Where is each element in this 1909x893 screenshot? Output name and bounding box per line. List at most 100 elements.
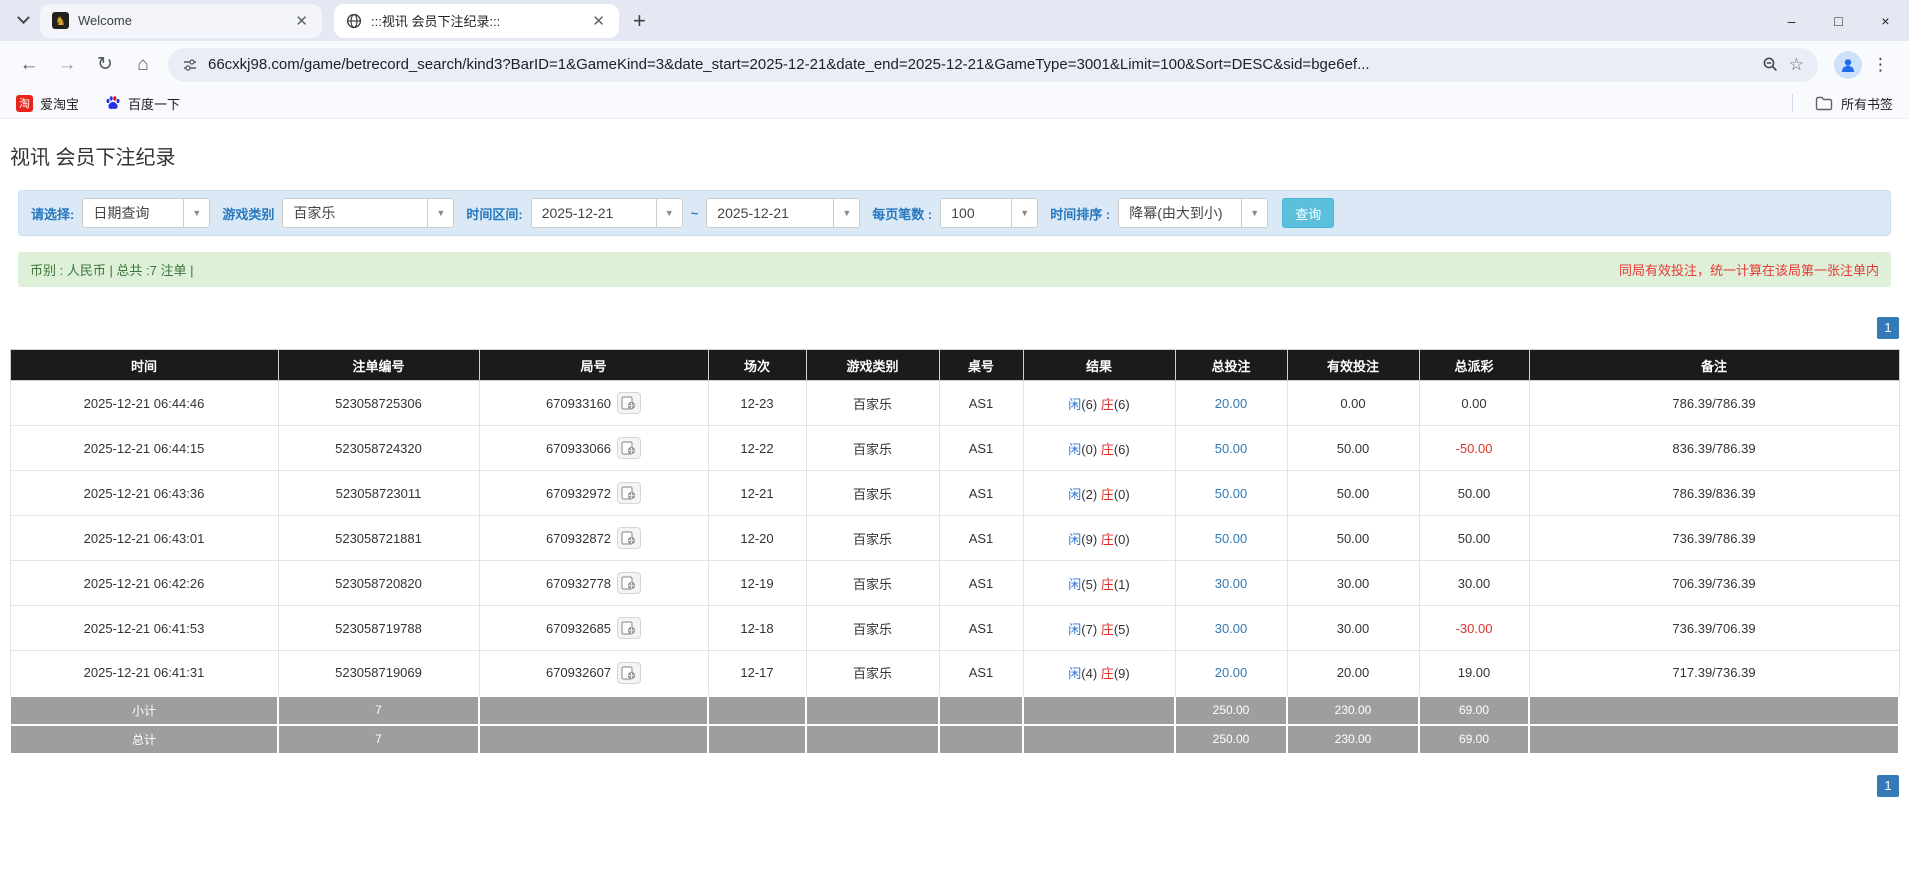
- search-button[interactable]: 查询: [1282, 198, 1334, 228]
- round-number: 670932778: [546, 576, 611, 591]
- round-wrap: 670932972: [546, 482, 641, 504]
- result-player_score: (2): [1081, 487, 1097, 502]
- cell-table-number: AS1: [939, 471, 1023, 516]
- cell-total-bet[interactable]: 50.00: [1175, 426, 1287, 471]
- cell-total-bet[interactable]: 50.00: [1175, 471, 1287, 516]
- address-bar[interactable]: 66cxkj98.com/game/betrecord_search/kind3…: [168, 48, 1818, 82]
- page-number-button[interactable]: 1: [1877, 775, 1899, 797]
- round-number: 670932972: [546, 486, 611, 501]
- video-replay-icon[interactable]: [617, 662, 641, 684]
- result-player: 闲: [1068, 397, 1081, 412]
- cell-note: 736.39/786.39: [1529, 516, 1899, 561]
- cell-bet-id: 523058721881: [278, 516, 479, 561]
- cell-table-number: AS1: [939, 381, 1023, 426]
- tab-bet-record[interactable]: :::视讯 会员下注纪录::: ✕: [334, 4, 619, 38]
- result-banker: 庄: [1101, 532, 1114, 547]
- game-type-select[interactable]: 百家乐 ▼: [282, 198, 454, 228]
- cell-bet-id: 523058719069: [278, 651, 479, 696]
- browser-menu-icon[interactable]: ⋮: [1868, 55, 1899, 75]
- cell-valid-bet: 50.00: [1287, 516, 1419, 561]
- per-page-value: 100: [941, 205, 1011, 221]
- round-number: 670933160: [546, 396, 611, 411]
- table-row: 2025-12-21 06:41:53523058719788 670932685…: [10, 606, 1899, 651]
- result-banker_score: (9): [1114, 666, 1130, 681]
- result-banker: 庄: [1101, 397, 1114, 412]
- window-maximize-button[interactable]: □: [1815, 0, 1862, 41]
- cell-game-type: 百家乐: [806, 606, 939, 651]
- tab-search-chevron-icon[interactable]: [8, 6, 38, 36]
- date-end-select[interactable]: 2025-12-21 ▼: [706, 198, 860, 228]
- cell-total-bet[interactable]: 20.00: [1175, 651, 1287, 696]
- cell-time: 2025-12-21 06:44:46: [10, 381, 278, 426]
- cell-valid-bet: 0.00: [1287, 381, 1419, 426]
- cell-result: 闲(4) 庄(9): [1023, 651, 1175, 696]
- cell-total-bet[interactable]: 20.00: [1175, 381, 1287, 426]
- chevron-down-icon: ▼: [656, 199, 682, 227]
- video-replay-icon[interactable]: [617, 392, 641, 414]
- cell-total-bet[interactable]: 30.00: [1175, 606, 1287, 651]
- back-icon[interactable]: ←: [12, 48, 46, 82]
- cell-session: 12-22: [708, 426, 806, 471]
- cell-round-id: 670932607: [479, 651, 708, 696]
- cell-round-id: 670932872: [479, 516, 708, 561]
- bookmark-aitaobao[interactable]: 淘 爱淘宝: [16, 94, 79, 113]
- round-wrap: 670932685: [546, 617, 641, 639]
- cell-total-bet[interactable]: 30.00: [1175, 561, 1287, 606]
- round-number: 670933066: [546, 441, 611, 456]
- cell-payout: 50.00: [1419, 471, 1529, 516]
- result-player: 闲: [1068, 622, 1081, 637]
- cell-session: 12-21: [708, 471, 806, 516]
- date-start-select[interactable]: 2025-12-21 ▼: [531, 198, 683, 228]
- browser-tab-strip: ♞ Welcome ✕ :::视讯 会员下注纪录::: ✕ + – □ ×: [0, 0, 1909, 41]
- bookmark-baidu[interactable]: 百度一下: [105, 94, 180, 113]
- home-icon[interactable]: ⌂: [126, 48, 160, 82]
- bet-record-table: 时间 注单编号 局号 场次 游戏类别 桌号 结果 总投注 有效投注 总派彩 备注…: [9, 349, 1900, 755]
- profile-avatar[interactable]: [1834, 51, 1862, 79]
- video-replay-icon[interactable]: [617, 527, 641, 549]
- cell-total-bet[interactable]: 50.00: [1175, 516, 1287, 561]
- page-number-button[interactable]: 1: [1877, 317, 1899, 339]
- video-replay-icon[interactable]: [617, 437, 641, 459]
- bookmark-star-icon[interactable]: ☆: [1789, 55, 1804, 75]
- zoom-out-icon[interactable]: [1762, 56, 1779, 73]
- result-player: 闲: [1068, 442, 1081, 457]
- chevron-down-icon: ▼: [427, 199, 453, 227]
- cell-round-id: 670933066: [479, 426, 708, 471]
- per-page-select[interactable]: 100 ▼: [940, 198, 1038, 228]
- window-minimize-button[interactable]: –: [1768, 0, 1815, 41]
- result-player_score: (9): [1081, 532, 1097, 547]
- video-replay-icon[interactable]: [617, 482, 641, 504]
- cell-result: 闲(2) 庄(0): [1023, 471, 1175, 516]
- chevron-down-icon: ▼: [183, 199, 209, 227]
- tab-close-icon[interactable]: ✕: [590, 12, 607, 30]
- taobao-icon: 淘: [16, 95, 33, 112]
- all-bookmarks-label[interactable]: 所有书签: [1841, 94, 1893, 113]
- bookmark-label: 百度一下: [128, 94, 180, 113]
- new-tab-button[interactable]: +: [633, 8, 646, 34]
- bookmarks-bar: 淘 爱淘宝 百度一下 所有书签: [0, 88, 1909, 119]
- result-banker_score: (0): [1114, 532, 1130, 547]
- cell-session: 12-23: [708, 381, 806, 426]
- video-replay-icon[interactable]: [617, 617, 641, 639]
- divider: [1792, 94, 1793, 112]
- reload-icon[interactable]: ↻: [88, 48, 122, 82]
- tab-welcome[interactable]: ♞ Welcome ✕: [40, 4, 322, 38]
- cell-bet-id: 523058719788: [278, 606, 479, 651]
- window-close-button[interactable]: ×: [1862, 0, 1909, 41]
- forward-icon[interactable]: →: [50, 48, 84, 82]
- video-replay-icon[interactable]: [617, 572, 641, 594]
- cell-time: 2025-12-21 06:41:53: [10, 606, 278, 651]
- query-type-select[interactable]: 日期查询 ▼: [82, 198, 210, 228]
- tab-close-icon[interactable]: ✕: [293, 12, 310, 30]
- globe-icon: [346, 13, 362, 29]
- footer-empty: [1023, 725, 1175, 754]
- footer-empty: [939, 696, 1023, 725]
- table-footer-row: 总计7250.00230.0069.00: [10, 725, 1899, 754]
- sort-select[interactable]: 降幂(由大到小) ▼: [1118, 198, 1268, 228]
- site-settings-icon[interactable]: [182, 57, 198, 73]
- result-player: 闲: [1068, 532, 1081, 547]
- table-row: 2025-12-21 06:44:15523058724320670933066…: [10, 426, 1899, 471]
- footer-empty: [479, 696, 708, 725]
- result-player_score: (7): [1081, 622, 1097, 637]
- chevron-down-icon: ▼: [1011, 199, 1037, 227]
